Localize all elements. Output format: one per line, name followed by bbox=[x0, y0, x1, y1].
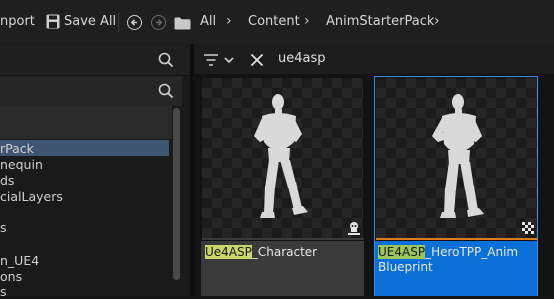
import-button[interactable]: nport bbox=[0, 14, 35, 29]
asset-name-rest: _Character bbox=[251, 245, 318, 259]
search-match-highlight: UE4ASP bbox=[378, 245, 426, 259]
tree-item[interactable]: n_UE4 bbox=[0, 253, 39, 268]
search-icon[interactable] bbox=[158, 83, 174, 99]
filter-icon[interactable] bbox=[204, 52, 234, 66]
character-class-icon bbox=[347, 221, 361, 236]
mannequin-figure bbox=[418, 92, 500, 224]
search-icon[interactable] bbox=[158, 52, 174, 68]
asset-filter-bar bbox=[194, 44, 554, 74]
folder-tree-header bbox=[0, 76, 182, 107]
mannequin-figure bbox=[242, 92, 322, 224]
asset-search-input[interactable]: ue4asp bbox=[278, 51, 326, 66]
asset-type-bar bbox=[202, 238, 364, 240]
tree-item[interactable]: cialLayers bbox=[0, 189, 63, 204]
asset-name-rest: _HeroTPP_Anim bbox=[425, 245, 519, 259]
tree-item[interactable]: nequin bbox=[0, 157, 43, 172]
asset-name-label: UE4ASP_HeroTPP_Anim Blueprint bbox=[378, 245, 536, 275]
clear-search-icon[interactable] bbox=[250, 52, 264, 67]
tree-item[interactable]: ds bbox=[0, 173, 14, 188]
folder-tree-root-row bbox=[0, 106, 172, 139]
save-all-button[interactable]: Save All bbox=[64, 14, 116, 29]
breadcrumb-animstarterpack[interactable]: AnimStarterPack bbox=[326, 14, 434, 29]
tree-item[interactable]: ons bbox=[0, 269, 22, 284]
save-icon bbox=[46, 14, 60, 29]
chevron-right-icon: › bbox=[226, 13, 232, 29]
tree-item[interactable]: s bbox=[0, 220, 7, 235]
folder-icon bbox=[174, 15, 191, 30]
folder-tree-scrollbar-thumb[interactable] bbox=[173, 108, 180, 280]
tree-item[interactable]: s bbox=[0, 284, 7, 299]
chevron-right-icon: › bbox=[304, 13, 310, 29]
back-arrow-icon[interactable] bbox=[127, 15, 142, 30]
toolbar-divider bbox=[118, 12, 119, 32]
tree-item[interactable]: rPack bbox=[0, 141, 34, 156]
breadcrumb-all[interactable]: All bbox=[200, 14, 216, 29]
asset-name-line2: Blueprint bbox=[378, 260, 433, 274]
asset-type-bar bbox=[376, 238, 537, 240]
asset-name-label: Ue4ASP_Character bbox=[205, 245, 361, 260]
forward-arrow-icon[interactable] bbox=[151, 15, 166, 30]
breadcrumb-content[interactable]: Content bbox=[248, 14, 300, 29]
chevron-right-icon: › bbox=[434, 13, 440, 29]
search-match-highlight: Ue4ASP bbox=[205, 245, 252, 259]
anim-blueprint-icon bbox=[521, 221, 536, 236]
